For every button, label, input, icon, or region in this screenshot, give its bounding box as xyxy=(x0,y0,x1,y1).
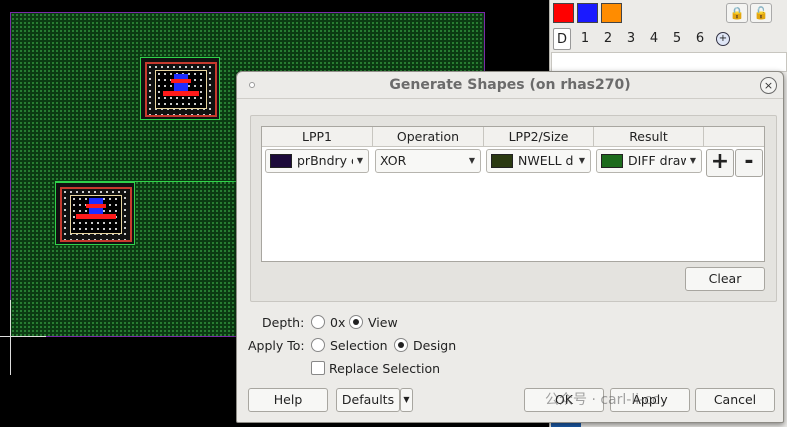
operation-value: XOR xyxy=(380,153,407,168)
result-value: DIFF draw xyxy=(628,153,686,168)
apply-selection-radio[interactable] xyxy=(311,338,325,352)
chevron-down-icon: ▼ xyxy=(403,395,410,404)
remove-row-button[interactable]: - xyxy=(735,149,763,177)
toolbar-panel xyxy=(551,52,787,72)
cursor-crosshair-horizontal xyxy=(0,336,46,337)
depth-0x-radio[interactable] xyxy=(311,315,325,329)
blue-swatch[interactable] xyxy=(577,3,598,23)
chevron-down-icon: ▼ xyxy=(356,156,363,165)
depth-view-label[interactable]: View xyxy=(368,315,398,330)
generate-shapes-dialog: Generate Shapes (on rhas270) × LPP1 Oper… xyxy=(236,71,784,423)
dialog-titlebar[interactable]: Generate Shapes (on rhas270) × xyxy=(237,72,783,99)
header-lpp1: LPP1 xyxy=(262,127,373,147)
tab-2[interactable]: 2 xyxy=(599,28,617,50)
chevron-down-icon: ▼ xyxy=(689,156,696,165)
apply-selection-label[interactable]: Selection xyxy=(330,338,388,353)
header-lpp2-size: LPP2/Size xyxy=(484,127,594,147)
lpp1-color-swatch xyxy=(270,154,292,168)
header-operation: Operation xyxy=(373,127,484,147)
chevron-down-icon: ▼ xyxy=(468,156,475,165)
depth-view-radio[interactable] xyxy=(349,315,363,329)
defaults-button[interactable]: Defaults xyxy=(336,388,400,412)
operations-group: LPP1 Operation LPP2/Size Result prBndry … xyxy=(250,115,777,302)
close-icon[interactable]: × xyxy=(760,77,777,94)
chevron-down-icon: ▼ xyxy=(578,156,585,165)
lock-icon[interactable]: 🔒 xyxy=(726,3,748,23)
tab-d[interactable]: D xyxy=(553,28,571,50)
orange-swatch[interactable] xyxy=(601,3,622,23)
depth-label: Depth: xyxy=(262,315,305,330)
lpp2-color-swatch xyxy=(491,154,513,168)
unlock-icon[interactable]: 🔓 xyxy=(750,3,772,23)
dialog-title: Generate Shapes (on rhas270) xyxy=(389,77,631,93)
tab-1[interactable]: 1 xyxy=(576,28,594,50)
cancel-button[interactable]: Cancel xyxy=(695,388,775,412)
result-color-swatch xyxy=(601,154,623,168)
lpp1-select[interactable]: prBndry c ▼ xyxy=(265,149,369,173)
lpp1-value: prBndry c xyxy=(297,153,353,168)
tab-4[interactable]: 4 xyxy=(645,28,663,50)
wechat-watermark: 公众号 · carl-li-cc xyxy=(545,392,660,408)
cursor-crosshair-vertical xyxy=(10,300,11,375)
tab-5[interactable]: 5 xyxy=(668,28,686,50)
transistor-cell-top xyxy=(140,57,220,120)
replace-selection-checkbox[interactable] xyxy=(311,361,325,375)
apply-design-label[interactable]: Design xyxy=(413,338,456,353)
red-swatch[interactable] xyxy=(553,3,574,23)
add-row-button[interactable]: + xyxy=(706,149,734,177)
operations-table: LPP1 Operation LPP2/Size Result prBndry … xyxy=(261,126,765,262)
add-tab-icon[interactable]: + xyxy=(716,32,730,46)
table-header: LPP1 Operation LPP2/Size Result xyxy=(262,127,764,147)
lpp2-select[interactable]: NWELL dr ▼ xyxy=(486,149,591,173)
operation-select[interactable]: XOR ▼ xyxy=(375,149,481,173)
depth-0x-label[interactable]: 0x xyxy=(330,315,345,330)
header-result: Result xyxy=(594,127,704,147)
apply-design-radio[interactable] xyxy=(394,338,408,352)
result-select[interactable]: DIFF draw ▼ xyxy=(596,149,702,173)
tab-3[interactable]: 3 xyxy=(622,28,640,50)
defaults-dropdown-button[interactable]: ▼ xyxy=(400,388,413,412)
apply-to-label: Apply To: xyxy=(248,338,305,353)
help-button[interactable]: Help xyxy=(248,388,328,412)
tab-6[interactable]: 6 xyxy=(691,28,709,50)
clear-button[interactable]: Clear xyxy=(685,267,765,291)
replace-selection-label[interactable]: Replace Selection xyxy=(329,361,440,376)
transistor-cell-bottom xyxy=(55,182,135,245)
lpp2-value: NWELL dr xyxy=(518,153,574,168)
